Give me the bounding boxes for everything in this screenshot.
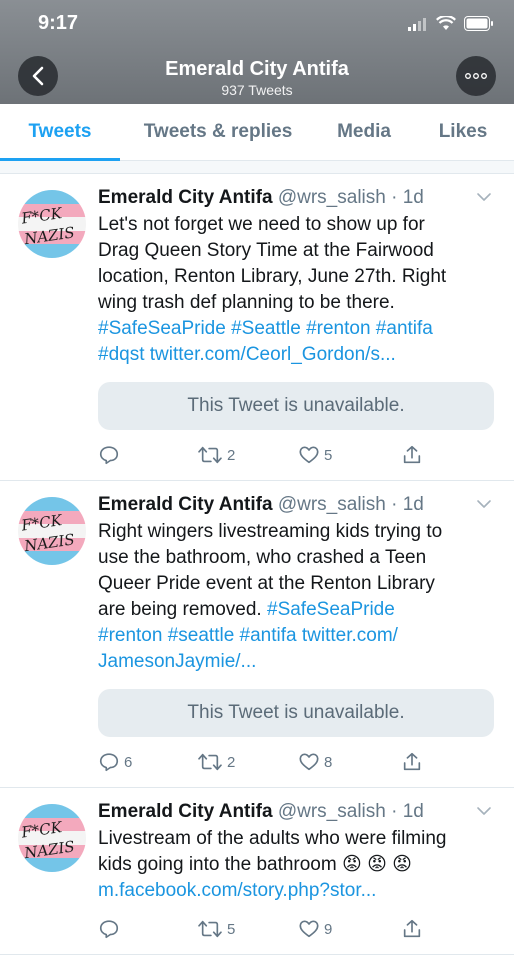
author-handle[interactable]: @wrs_salish — [278, 801, 386, 822]
tweet-text: Livestream of the adults who were filmin… — [98, 826, 494, 904]
tweet-actions: 2 5 — [98, 442, 494, 468]
author-handle[interactable]: @wrs_salish — [278, 187, 386, 208]
like-count: 5 — [324, 446, 333, 464]
retweet-count: 2 — [227, 753, 236, 771]
like-button[interactable]: 8 — [290, 751, 391, 773]
reply-icon — [98, 751, 120, 773]
unavailable-quote-card[interactable]: This Tweet is unavailable. — [98, 689, 494, 737]
avatar[interactable]: F*CK NAZIS — [18, 804, 86, 872]
tweet-text: Right wingers livestreaming kids trying … — [98, 519, 494, 675]
avatar-image: F*CK NAZIS — [18, 497, 86, 565]
avatar-image: F*CK NAZIS — [18, 804, 86, 872]
chevron-down-icon[interactable] — [476, 192, 492, 202]
tab-likes[interactable]: Likes — [412, 104, 514, 160]
like-button[interactable]: 5 — [290, 444, 391, 466]
status-bar: 9:17 — [0, 10, 514, 38]
tweet-time[interactable]: · 1d — [391, 801, 424, 822]
heart-icon — [298, 444, 320, 466]
share-button[interactable] — [391, 751, 494, 773]
tweet-list: F*CK NAZIS Emerald City Antifa @wrs_sali… — [0, 174, 514, 955]
reply-icon — [98, 918, 120, 940]
tweet[interactable]: F*CK NAZIS Emerald City Antifa @wrs_sali… — [0, 788, 514, 955]
like-count: 8 — [324, 753, 333, 771]
heart-icon — [298, 918, 320, 940]
tweet-header: Emerald City Antifa @wrs_salish · 1d — [98, 493, 494, 517]
author-name[interactable]: Emerald City Antifa — [98, 187, 273, 208]
reply-icon — [98, 444, 120, 466]
tweet-text: Let's not forget we need to show up for … — [98, 212, 494, 368]
like-button[interactable]: 9 — [290, 918, 391, 940]
chevron-down-icon[interactable] — [476, 499, 492, 509]
more-dots-icon — [465, 73, 487, 79]
avatar-image: F*CK NAZIS — [18, 190, 86, 258]
reply-count: 6 — [124, 753, 133, 771]
tab-media[interactable]: Media — [316, 104, 412, 160]
wifi-icon — [436, 16, 456, 30]
retweet-count: 5 — [227, 920, 236, 938]
status-icons — [408, 16, 494, 31]
tweet-time[interactable]: · 1d — [391, 187, 424, 208]
author-name[interactable]: Emerald City Antifa — [98, 494, 273, 515]
battery-icon — [464, 16, 493, 31]
retweet-icon — [197, 444, 223, 466]
tweet-header: Emerald City Antifa @wrs_salish · 1d — [98, 186, 494, 210]
share-icon — [401, 751, 423, 773]
reply-button[interactable] — [98, 444, 191, 466]
chevron-down-icon[interactable] — [476, 806, 492, 816]
signal-icon — [408, 17, 426, 31]
tweet-links[interactable]: #SafeSeaPride #Seattle #renton #antifa #… — [98, 318, 433, 365]
header-title-group: Emerald City Antifa 937 Tweets — [0, 58, 514, 98]
hashtag-link[interactable]: #SafeSeaPride — [267, 599, 395, 620]
tweet-body: Let's not forget we need to show up for … — [98, 214, 447, 313]
section-gap — [0, 161, 514, 174]
author-handle[interactable]: @wrs_salish — [278, 494, 386, 515]
tweet-actions: 6 2 8 — [98, 749, 494, 775]
tweet[interactable]: F*CK NAZIS Emerald City Antifa @wrs_sali… — [0, 174, 514, 481]
reply-button[interactable]: 6 — [98, 751, 191, 773]
status-time: 9:17 — [38, 12, 79, 34]
more-options-button[interactable] — [456, 56, 496, 96]
tweet-links[interactable]: m.facebook.com/story.php?stor... — [98, 880, 376, 901]
tab-tweets[interactable]: Tweets — [0, 104, 120, 160]
retweet-button[interactable]: 2 — [191, 444, 290, 466]
profile-tabs: Tweets Tweets & replies Media Likes — [0, 104, 514, 161]
tweet-time[interactable]: · 1d — [391, 494, 424, 515]
reply-button[interactable] — [98, 918, 191, 940]
tweet-header: Emerald City Antifa @wrs_salish · 1d — [98, 800, 494, 824]
share-icon — [401, 918, 423, 940]
profile-header: 9:17 Emerald City Antifa 937 Tweets — [0, 0, 514, 104]
share-icon — [401, 444, 423, 466]
share-button[interactable] — [391, 918, 494, 940]
unavailable-quote-card[interactable]: This Tweet is unavailable. — [98, 382, 494, 430]
tweet-count: 937 Tweets — [221, 82, 293, 98]
angry-face-emoji: 😡 😡 😡 — [342, 854, 412, 875]
avatar[interactable]: F*CK NAZIS — [18, 497, 86, 565]
tweet-actions: 5 9 — [98, 916, 494, 942]
heart-icon — [298, 751, 320, 773]
retweet-button[interactable]: 5 — [191, 918, 290, 940]
page-title: Emerald City Antifa — [165, 58, 349, 80]
retweet-icon — [197, 918, 223, 940]
avatar[interactable]: F*CK NAZIS — [18, 190, 86, 258]
tab-tweets-and-replies[interactable]: Tweets & replies — [120, 104, 316, 160]
active-tab-indicator — [0, 158, 120, 161]
tweet-links[interactable]: #renton #seattle #antifa twitter.com/ Ja… — [98, 625, 398, 672]
retweet-button[interactable]: 2 — [191, 751, 290, 773]
like-count: 9 — [324, 920, 333, 938]
author-name[interactable]: Emerald City Antifa — [98, 801, 273, 822]
tweet[interactable]: F*CK NAZIS Emerald City Antifa @wrs_sali… — [0, 481, 514, 788]
retweet-count: 2 — [227, 446, 236, 464]
share-button[interactable] — [391, 444, 494, 466]
retweet-icon — [197, 751, 223, 773]
